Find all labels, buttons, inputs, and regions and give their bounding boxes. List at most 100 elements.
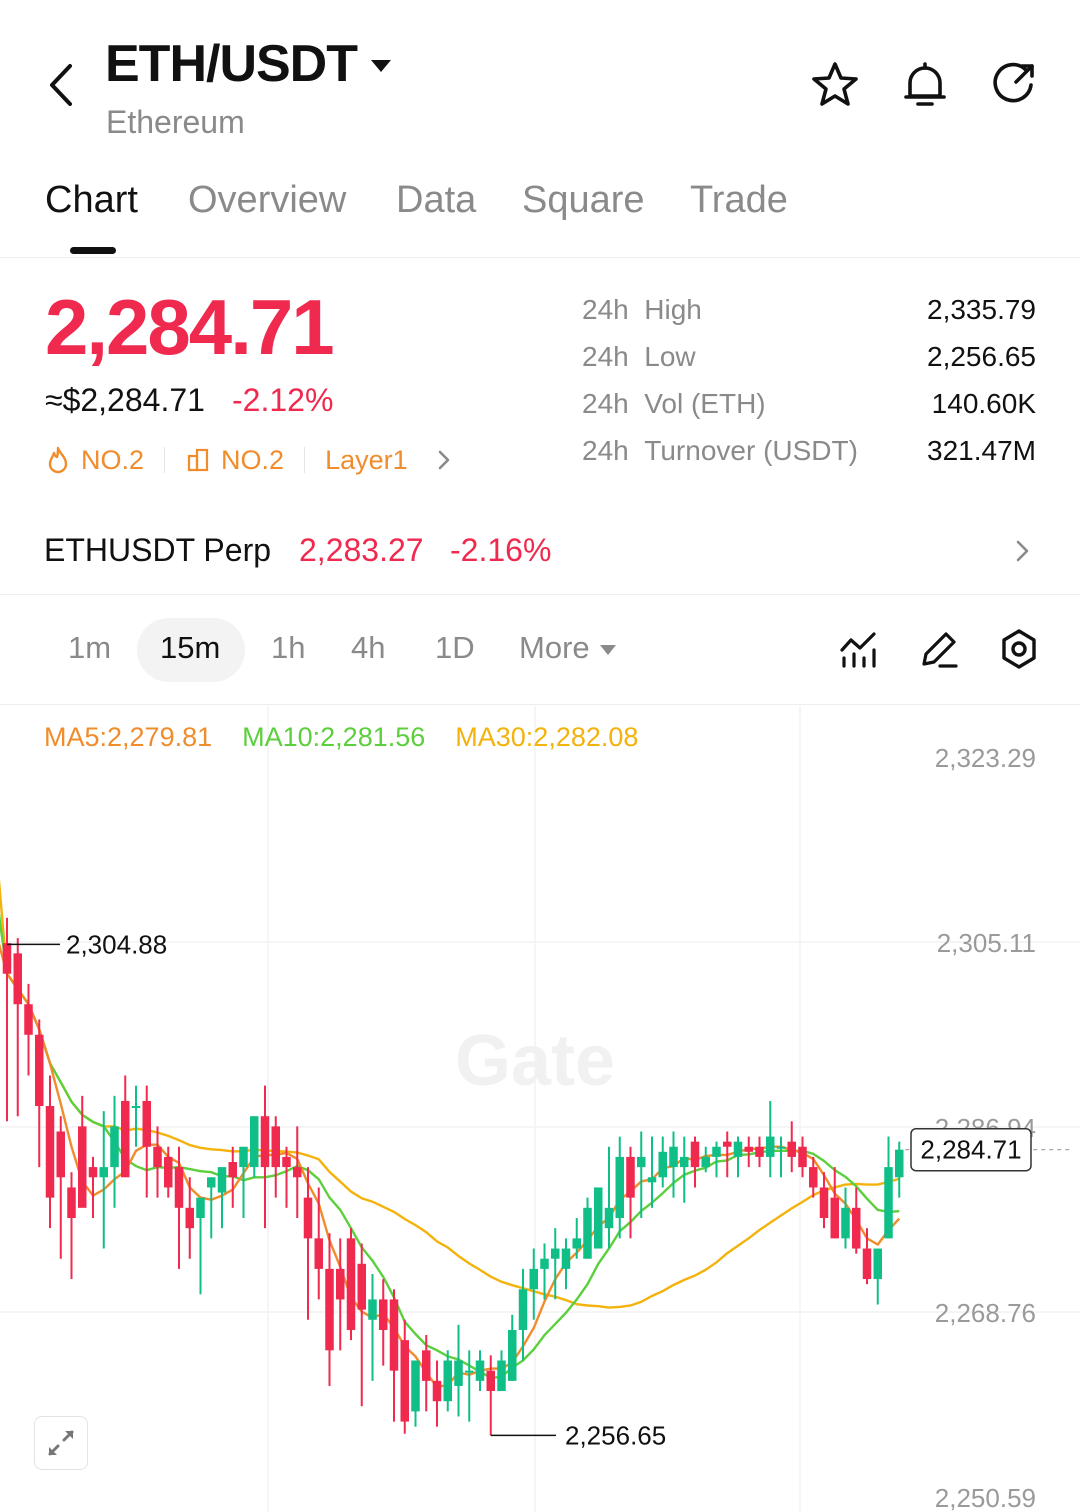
candle-body bbox=[647, 1177, 657, 1183]
stat-value: 321.47M bbox=[927, 435, 1036, 466]
candle-body bbox=[56, 1131, 65, 1178]
favorite-button[interactable] bbox=[808, 58, 862, 112]
candle-body bbox=[787, 1141, 796, 1157]
candle-body bbox=[357, 1263, 366, 1310]
candle-body bbox=[110, 1126, 119, 1168]
star-icon bbox=[812, 62, 858, 106]
candle-body bbox=[35, 1034, 44, 1107]
candlestick-chart[interactable]: Gate2,323.292,305.112,286.942,268.762,25… bbox=[0, 706, 1080, 1512]
draw-button[interactable] bbox=[916, 626, 962, 672]
candle-body bbox=[207, 1177, 216, 1188]
candle-body bbox=[303, 1197, 313, 1239]
candle-body bbox=[131, 1106, 141, 1109]
candle-body bbox=[658, 1151, 667, 1178]
tab-chart[interactable]: Chart bbox=[45, 179, 138, 222]
candle-body bbox=[776, 1146, 786, 1149]
stat-row-volume: 24h Vol (ETH) 140.60K bbox=[580, 384, 1036, 431]
ma10-label: MA10:2,281.56 bbox=[242, 722, 426, 752]
rank-tag[interactable]: NO.2 bbox=[45, 445, 144, 476]
tab-square[interactable]: Square bbox=[522, 179, 645, 222]
chevron-right-icon bbox=[1016, 540, 1029, 562]
perp-price: 2,283.27 bbox=[299, 532, 424, 568]
chevron-right-icon[interactable] bbox=[432, 446, 456, 474]
candle-body bbox=[852, 1207, 861, 1249]
candle-body bbox=[282, 1156, 291, 1168]
candle-body bbox=[701, 1156, 710, 1168]
stat-row-low: 24h Low 2,256.65 bbox=[580, 337, 1036, 384]
stat-label: 24h Turnover (USDT) bbox=[582, 435, 858, 466]
candle-body bbox=[551, 1248, 560, 1259]
interval-4h[interactable]: 4h bbox=[351, 630, 385, 666]
y-tick-label: 2,323.29 bbox=[935, 743, 1036, 773]
tag-divider bbox=[304, 447, 306, 473]
fullscreen-button[interactable] bbox=[34, 1416, 88, 1470]
candle-body bbox=[67, 1187, 76, 1218]
interval-1d[interactable]: 1D bbox=[435, 630, 475, 666]
back-button[interactable] bbox=[38, 58, 88, 112]
candle-body bbox=[873, 1248, 882, 1280]
high-marker-label: 2,304.88 bbox=[66, 929, 167, 959]
candle-body bbox=[271, 1126, 280, 1168]
main-tabs: Chart Overview Data Square Trade bbox=[0, 175, 1080, 258]
share-button[interactable] bbox=[986, 58, 1040, 112]
perp-change: -2.16% bbox=[450, 532, 552, 568]
last-price-tag-label: 2,284.71 bbox=[920, 1135, 1021, 1165]
candle-body bbox=[862, 1248, 872, 1280]
interval-1h[interactable]: 1h bbox=[271, 630, 305, 666]
interval-more[interactable]: More bbox=[519, 630, 616, 666]
y-tick-label: 2,250.59 bbox=[935, 1483, 1036, 1512]
perp-link-row[interactable]: ETHUSDT Perp 2,283.27 -2.16% bbox=[0, 510, 1080, 595]
rank-tag-label: NO.2 bbox=[81, 444, 145, 475]
candle-body bbox=[78, 1126, 87, 1208]
tab-overview[interactable]: Overview bbox=[188, 179, 346, 222]
caret-down-icon bbox=[371, 60, 391, 72]
candle-body bbox=[637, 1156, 646, 1168]
candle-body bbox=[411, 1360, 420, 1412]
interval-1m[interactable]: 1m bbox=[68, 630, 111, 666]
tab-trade[interactable]: Trade bbox=[690, 179, 788, 222]
candle-body bbox=[2, 943, 12, 974]
y-tick-label: 2,305.11 bbox=[937, 928, 1036, 958]
candle-body bbox=[755, 1146, 764, 1157]
candle-body bbox=[379, 1299, 388, 1330]
stat-label: 24h Low bbox=[582, 341, 696, 372]
pair-selector[interactable]: ETH/USDT bbox=[105, 34, 391, 94]
ma30-line bbox=[0, 878, 900, 1309]
stat-value: 2,256.65 bbox=[927, 341, 1036, 372]
candle-body bbox=[24, 1004, 33, 1035]
candle-body bbox=[389, 1299, 399, 1371]
candle-body bbox=[669, 1146, 678, 1168]
candle-body bbox=[604, 1207, 614, 1229]
interval-15m[interactable]: 15m bbox=[160, 630, 220, 666]
expand-icon bbox=[48, 1430, 74, 1456]
candle-body bbox=[260, 1116, 270, 1168]
tab-data[interactable]: Data bbox=[396, 179, 476, 222]
candle-body bbox=[841, 1207, 850, 1239]
sector-rank-tag[interactable]: NO.2 bbox=[185, 445, 284, 476]
candle-body bbox=[475, 1360, 485, 1381]
price-change: -2.12% bbox=[232, 382, 334, 418]
candle-body bbox=[766, 1136, 775, 1157]
indicators-button[interactable] bbox=[836, 626, 882, 672]
chart-settings-button[interactable] bbox=[996, 626, 1042, 672]
stat-row-turnover: 24h Turnover (USDT) 321.47M bbox=[580, 431, 1036, 478]
candle-body bbox=[400, 1340, 409, 1422]
candle-body bbox=[626, 1156, 635, 1198]
stat-row-high: 24h High 2,335.79 bbox=[580, 290, 1036, 337]
tag-divider bbox=[164, 447, 166, 473]
perp-name: ETHUSDT Perp bbox=[44, 532, 272, 568]
sector-rank-label: NO.2 bbox=[221, 444, 285, 475]
settings-hexagon-icon bbox=[1002, 629, 1036, 669]
candle-body bbox=[486, 1370, 495, 1392]
candle-body bbox=[884, 1167, 893, 1239]
alert-button[interactable] bbox=[898, 58, 952, 112]
chevron-left-icon bbox=[50, 64, 72, 106]
caret-down-icon bbox=[599, 644, 616, 655]
category-tag[interactable]: Layer1 bbox=[325, 445, 408, 476]
category-tag-label: Layer1 bbox=[325, 444, 408, 475]
candle-body bbox=[895, 1149, 904, 1178]
bell-icon bbox=[904, 62, 946, 106]
stat-value: 140.60K bbox=[931, 388, 1036, 419]
candle-body bbox=[465, 1370, 474, 1373]
ma5-label: MA5:2,279.81 bbox=[44, 722, 213, 752]
